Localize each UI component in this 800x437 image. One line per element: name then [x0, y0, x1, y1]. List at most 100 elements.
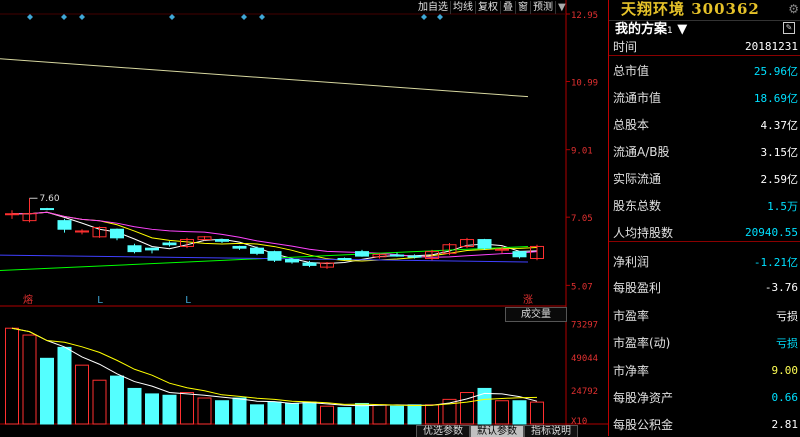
price-axis-label: 9.01 — [571, 147, 593, 157]
event-marker-icon[interactable] — [259, 14, 265, 20]
volume-bar[interactable] — [530, 401, 544, 425]
event-marker-icon[interactable] — [169, 14, 175, 20]
volume-bar[interactable] — [145, 393, 159, 425]
volume-bar[interactable] — [285, 402, 299, 425]
gear-icon[interactable]: ⚙ — [788, 2, 799, 16]
price-axis-label: 5.07 — [571, 282, 593, 292]
info-row: 股东总数 1.5万 — [613, 197, 798, 214]
candle-body[interactable] — [390, 254, 404, 257]
candle-body[interactable] — [267, 251, 282, 261]
volume-bar[interactable] — [302, 401, 317, 425]
volume-bar[interactable] — [22, 334, 37, 425]
stock-title: 天翔环境 300362 — [621, 0, 760, 18]
info-row: 净利润 -1.21亿 — [613, 253, 798, 270]
window-button[interactable]: 窗 — [516, 0, 531, 14]
candle-body[interactable] — [232, 245, 247, 249]
info-row-value: 2.59亿 — [760, 172, 799, 186]
candle-body[interactable] — [5, 213, 19, 216]
ma-button[interactable]: 均线 — [451, 0, 476, 14]
info-row-value: 18.69亿 — [753, 91, 798, 105]
event-marker-icon[interactable] — [27, 14, 33, 20]
info-row-value: 9.00 — [771, 364, 799, 377]
candle-body[interactable] — [337, 258, 352, 261]
volume-bar[interactable] — [215, 400, 229, 425]
info-row-label: 每股公积金 — [613, 418, 674, 432]
volume-bar[interactable] — [40, 357, 54, 425]
signal-marker-label: 熔 — [23, 293, 33, 306]
info-row-label: 市盈率(动) — [613, 336, 671, 350]
info-row-label: 流通市值 — [613, 91, 662, 105]
tab-indicator-help[interactable]: 指标说明 — [524, 425, 578, 437]
adjust-button[interactable]: 复权 — [476, 0, 501, 14]
candle-body[interactable] — [302, 262, 317, 266]
volume-axis-label: 49044 — [571, 354, 598, 364]
volume-bar[interactable] — [110, 375, 124, 425]
candle-body[interactable] — [355, 251, 369, 257]
volume-bar[interactable] — [320, 405, 334, 425]
volume-bar[interactable] — [355, 402, 369, 425]
volume-bar[interactable] — [197, 397, 212, 425]
volume-indicator-button[interactable]: 成交量 — [505, 307, 567, 322]
candle-body[interactable] — [40, 208, 54, 211]
volume-bar[interactable] — [250, 404, 264, 425]
volume-bar[interactable] — [337, 407, 352, 425]
scheme-label: 我的方案 — [615, 22, 668, 37]
volume-bar[interactable] — [425, 404, 439, 425]
event-marker-icon[interactable] — [421, 14, 427, 20]
info-row-value: -3.76 — [764, 281, 798, 294]
add-favorite-button[interactable]: 加自选 — [416, 0, 451, 14]
forecast-button[interactable]: 预测 — [531, 0, 556, 14]
candle-body[interactable] — [495, 248, 509, 251]
chevron-down-icon[interactable]: ▼ — [556, 1, 568, 14]
candle-body[interactable] — [285, 259, 299, 263]
info-row-label: 实际流通 — [613, 172, 662, 186]
candle-body[interactable] — [110, 228, 124, 239]
candle-body[interactable] — [477, 239, 492, 249]
candle-body[interactable] — [162, 242, 177, 246]
volume-bar[interactable] — [92, 379, 107, 425]
candle-body[interactable] — [215, 239, 229, 242]
volume-bar[interactable] — [512, 400, 527, 425]
info-row: 时间 20181231 — [613, 38, 798, 55]
candle-body[interactable] — [512, 251, 527, 258]
candle-body[interactable] — [407, 255, 422, 258]
tab-default-params[interactable]: 默认参数 — [470, 425, 524, 437]
info-row-label: 每股盈利 — [613, 281, 662, 295]
signal-marker-label: L — [97, 295, 103, 306]
candle-body[interactable] — [250, 247, 264, 254]
volume-bar[interactable] — [372, 404, 387, 425]
overlay-button[interactable]: 叠 — [501, 0, 516, 14]
volume-bar[interactable] — [162, 394, 177, 425]
scheme-selector[interactable]: 我的方案1 ▼ — [609, 20, 800, 38]
volume-bar[interactable] — [5, 327, 19, 425]
info-row: 每股净资产 0.66 — [613, 389, 798, 406]
candle-body[interactable] — [57, 220, 72, 230]
info-row: 人均持股数 20940.55 — [613, 224, 798, 241]
volume-bar[interactable] — [75, 364, 89, 425]
event-marker-icon[interactable] — [79, 14, 85, 20]
info-row: 流通市值 18.69亿 — [613, 89, 798, 106]
volume-axis-label: 24792 — [571, 387, 598, 397]
volume-bar[interactable] — [495, 400, 509, 425]
scheme-number: 1 — [667, 26, 673, 36]
info-row-label: 股东总数 — [613, 199, 662, 213]
volume-bar[interactable] — [232, 397, 247, 425]
event-marker-icon[interactable] — [61, 14, 67, 20]
volume-bar[interactable] — [57, 346, 72, 425]
info-row: 市盈率(动) 亏损 — [613, 334, 798, 351]
kline-chart[interactable]: 12.9510.999.017.055.07732974904424792X10… — [0, 0, 608, 436]
candle-body[interactable] — [127, 245, 142, 253]
volume-bar[interactable] — [407, 404, 422, 425]
info-row: 流通A/B股 3.15亿 — [613, 143, 798, 160]
volume-bar[interactable] — [267, 401, 282, 425]
event-marker-icon[interactable] — [241, 14, 247, 20]
info-row-label: 市盈率 — [613, 309, 650, 323]
candle-body[interactable] — [145, 247, 159, 251]
info-row-label: 总市值 — [613, 64, 650, 78]
volume-bar[interactable] — [390, 405, 404, 425]
event-marker-icon[interactable] — [437, 14, 443, 20]
volume-bar[interactable] — [180, 392, 194, 425]
volume-bar[interactable] — [127, 387, 142, 425]
tab-optimal-params[interactable]: 优选参数 — [416, 425, 470, 437]
edit-icon[interactable]: ✎ — [783, 22, 795, 34]
